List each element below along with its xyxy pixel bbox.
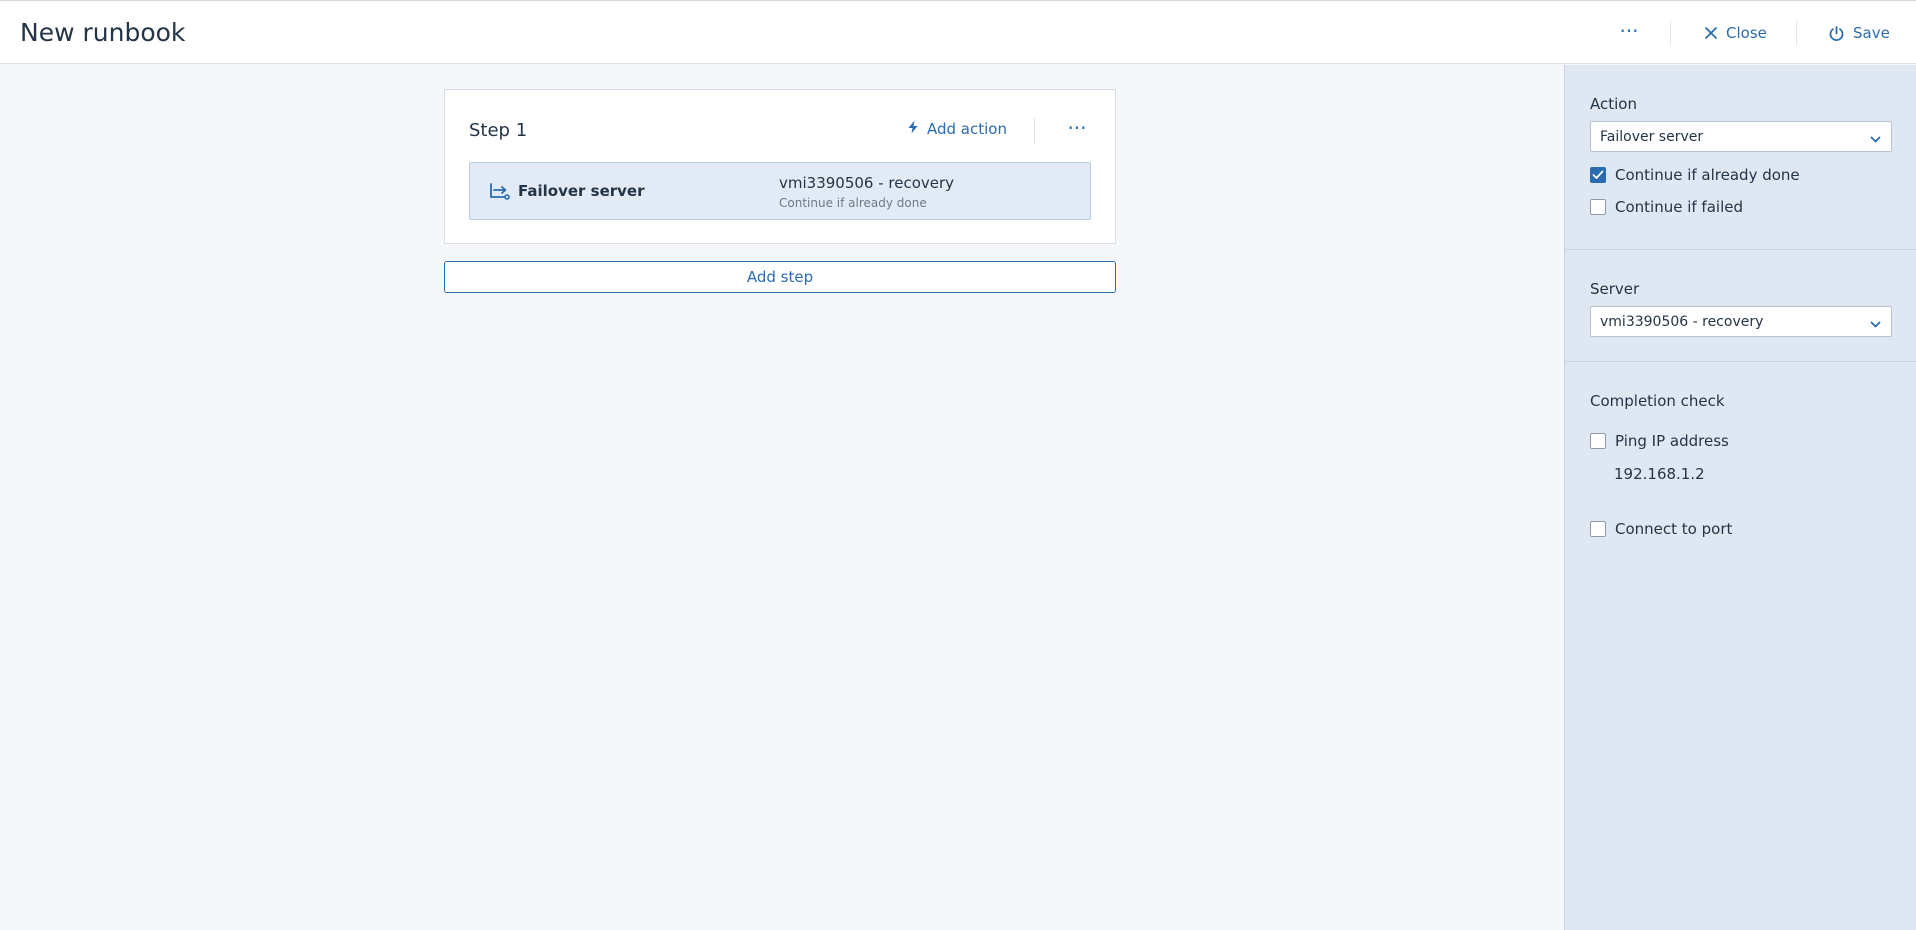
step-more-button[interactable]: ···	[1061, 114, 1093, 146]
continue-if-done-label: Continue if already done	[1615, 166, 1800, 184]
action-row-failover[interactable]: Failover server vmi3390506 - recovery Co…	[469, 162, 1091, 220]
top-bar: New runbook ··· Close Save	[0, 0, 1916, 64]
add-step-button[interactable]: Add step	[444, 261, 1116, 293]
runbook-canvas: Step 1 Add action ··· Failover server vm…	[0, 65, 1564, 930]
server-label: Server	[1590, 280, 1640, 298]
checkbox-unchecked[interactable]	[1590, 521, 1606, 537]
save-button[interactable]: Save	[1828, 19, 1890, 47]
properties-panel: Action Failover server Continue if alrea…	[1564, 65, 1916, 930]
server-select-value: vmi3390506 - recovery	[1600, 313, 1764, 330]
chevron-down-icon	[1870, 132, 1881, 148]
add-action-button[interactable]: Add action	[907, 120, 1007, 138]
card-divider	[1034, 118, 1035, 144]
continue-if-done-checkbox[interactable]: Continue if already done	[1590, 166, 1800, 184]
failover-icon	[488, 182, 510, 204]
ping-ip-label: Ping IP address	[1615, 432, 1729, 450]
action-select[interactable]: Failover server	[1590, 121, 1892, 152]
ping-ip-checkbox[interactable]: Ping IP address	[1590, 432, 1729, 450]
chevron-down-icon	[1870, 317, 1881, 333]
continue-if-failed-checkbox[interactable]: Continue if failed	[1590, 198, 1743, 216]
action-server: vmi3390506 - recovery	[779, 174, 955, 192]
continue-if-failed-label: Continue if failed	[1615, 198, 1743, 216]
action-label: Action	[1590, 95, 1637, 113]
completion-check-section: Completion check Ping IP address 192.168…	[1565, 362, 1916, 662]
step-title: Step 1	[469, 120, 528, 141]
action-name: Failover server	[518, 182, 645, 200]
power-icon	[1828, 25, 1845, 42]
action-select-value: Failover server	[1600, 128, 1704, 145]
checkbox-unchecked[interactable]	[1590, 433, 1606, 449]
header-divider	[1796, 21, 1797, 45]
connect-port-checkbox[interactable]: Connect to port	[1590, 520, 1732, 538]
page-title: New runbook	[20, 18, 186, 47]
lightning-icon	[907, 120, 919, 138]
server-select[interactable]: vmi3390506 - recovery	[1590, 306, 1892, 337]
close-button[interactable]: Close	[1704, 19, 1767, 47]
action-section: Action Failover server Continue if alrea…	[1565, 65, 1916, 250]
connect-port-label: Connect to port	[1615, 520, 1733, 538]
ping-ip-value[interactable]: 192.168.1.2	[1614, 465, 1705, 483]
header-divider	[1670, 21, 1671, 45]
add-action-label: Add action	[927, 120, 1007, 138]
step-card: Step 1 Add action ··· Failover server vm…	[444, 89, 1116, 244]
server-section: Server vmi3390506 - recovery	[1565, 250, 1916, 362]
close-button-label: Close	[1726, 24, 1767, 42]
checkbox-checked[interactable]	[1590, 167, 1606, 183]
close-icon	[1704, 26, 1718, 40]
save-button-label: Save	[1853, 24, 1890, 42]
header-more-button[interactable]: ···	[1613, 17, 1645, 49]
action-option: Continue if already done	[779, 196, 927, 210]
completion-check-label: Completion check	[1590, 392, 1725, 410]
checkbox-unchecked[interactable]	[1590, 199, 1606, 215]
